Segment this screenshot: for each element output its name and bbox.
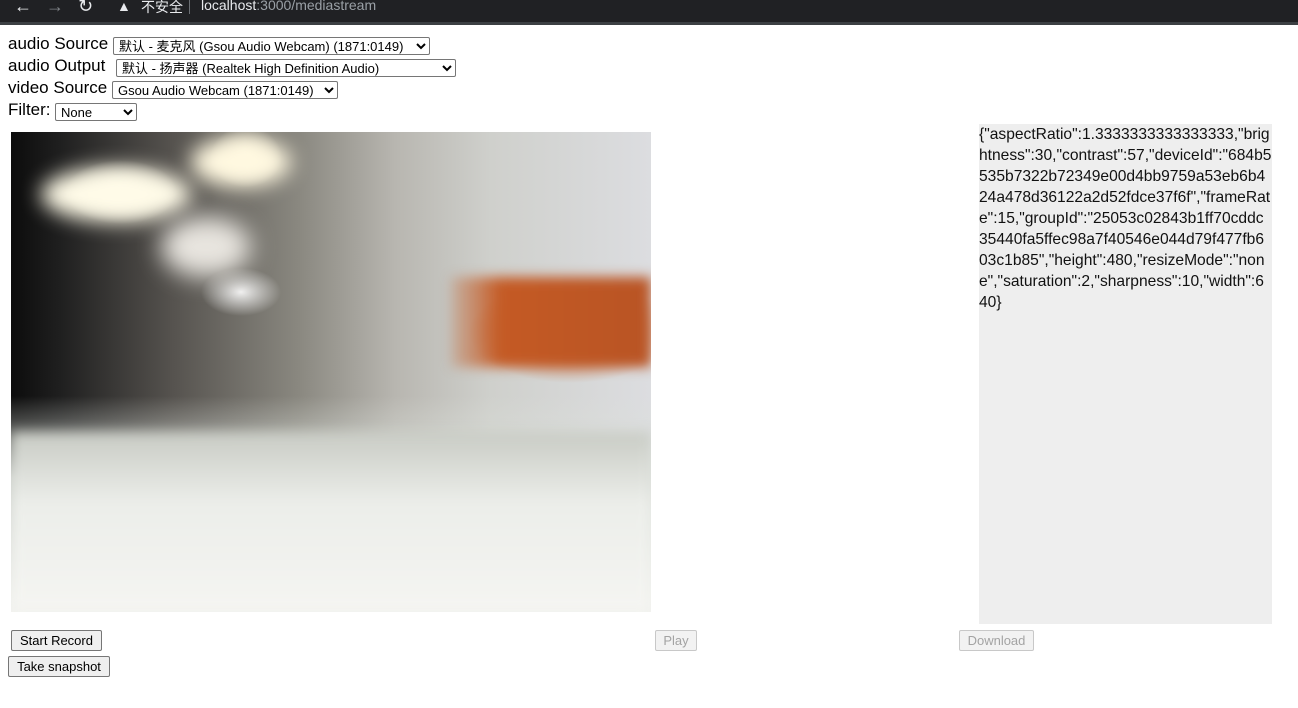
video-frame-light-1 <box>41 167 191 222</box>
video-frame-light-3 <box>161 217 251 277</box>
address-divider <box>189 0 190 14</box>
track-settings-output: {"aspectRatio":1.3333333333333333,"brigh… <box>979 124 1272 624</box>
security-status[interactable]: 不安全 <box>141 0 183 17</box>
filter-row: Filter: <box>8 99 51 121</box>
filter-label: Filter: <box>8 100 51 119</box>
take-snapshot-button[interactable]: Take snapshot <box>8 656 110 677</box>
audio-output-select[interactable]: 默认 - 扬声器 (Realtek High Definition Audio) <box>116 59 456 77</box>
video-frame-orange-stripe <box>451 277 651 367</box>
reload-icon[interactable]: ↻ <box>78 0 93 17</box>
address-bar[interactable]: localhost:3000/mediastream <box>201 0 376 13</box>
play-button[interactable]: Play <box>655 630 697 651</box>
url-path: :3000/mediastream <box>256 0 377 13</box>
audio-output-label: audio Output <box>8 56 106 75</box>
video-source-label: video Source <box>8 78 108 97</box>
video-frame-floor <box>11 432 651 612</box>
url-host: localhost <box>201 0 257 13</box>
download-button[interactable]: Download <box>959 630 1034 651</box>
audio-source-row: audio Source <box>8 33 108 55</box>
audio-source-select[interactable]: 默认 - 麦克风 (Gsou Audio Webcam) (1871:0149) <box>113 37 430 55</box>
video-source-select[interactable]: Gsou Audio Webcam (1871:0149) <box>112 81 338 99</box>
video-source-row: video Source <box>8 77 107 99</box>
browser-toolbar: ← → ↻ ▲ 不安全 localhost:3000/mediastream <box>0 0 1298 25</box>
start-record-button[interactable]: Start Record <box>11 630 102 651</box>
video-frame-light-2 <box>191 137 291 187</box>
video-preview[interactable] <box>11 132 651 612</box>
back-arrow-icon[interactable]: ← <box>14 0 32 17</box>
audio-source-label: audio Source <box>8 34 109 53</box>
filter-select[interactable]: None <box>55 103 137 121</box>
audio-output-row: audio Output <box>8 55 105 77</box>
warning-icon[interactable]: ▲ <box>117 0 131 14</box>
forward-arrow-icon[interactable]: → <box>46 0 64 17</box>
